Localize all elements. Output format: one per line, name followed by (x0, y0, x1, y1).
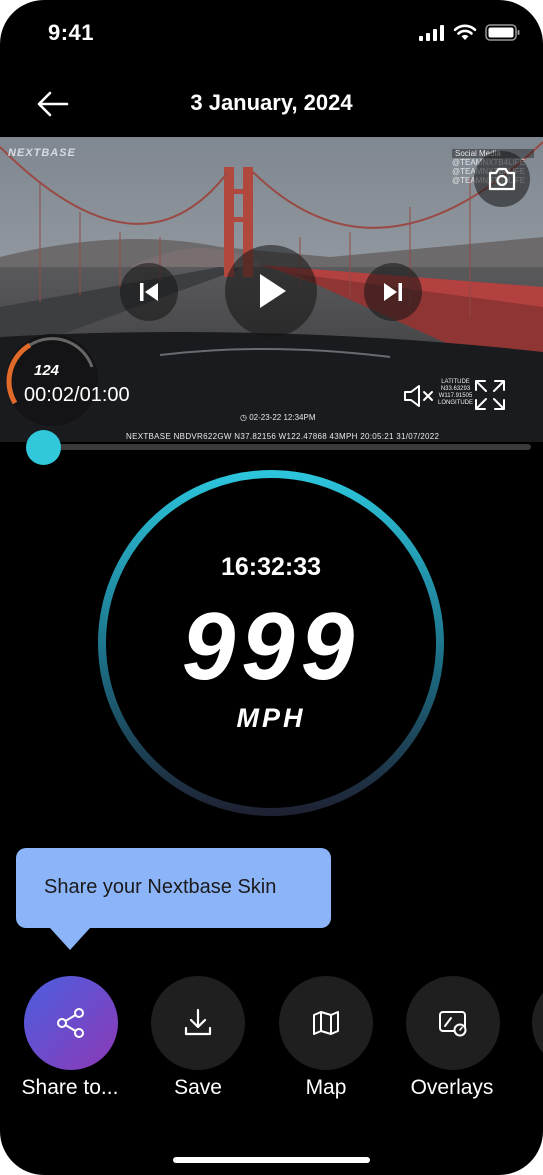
info-strip: NEXTBASE NBDVR622GW N37.82156 W122.47868… (126, 432, 440, 441)
save-label: Save (174, 1076, 222, 1099)
clock-icon: ◷ (240, 413, 247, 422)
more-action-button-partial[interactable] (532, 976, 543, 1070)
map-icon (313, 1011, 339, 1035)
share-label: Share to... (21, 1076, 119, 1099)
map-button[interactable] (279, 976, 373, 1070)
mute-button[interactable] (400, 377, 438, 415)
longitude-value: W117.91505 (438, 393, 473, 399)
save-button[interactable] (151, 976, 245, 1070)
camera-icon (488, 167, 516, 191)
tooltip-tail (50, 928, 90, 950)
overlays-label: Overlays (410, 1076, 494, 1099)
clock-stamp: ◷ 02-23-22 12:34PM (240, 413, 315, 422)
previous-button[interactable] (120, 263, 178, 321)
muted-speaker-icon (404, 385, 433, 407)
snapshot-button[interactable] (474, 151, 530, 207)
longitude-label: LONGITUDE (438, 400, 474, 406)
skip-next-icon (384, 283, 402, 301)
overlay-speed-readout: 124 (34, 362, 60, 379)
video-player[interactable]: NEXTBASE Social Media @TEAMNXTB4LIFE @TE… (0, 137, 543, 442)
video-watermark: NEXTBASE (8, 147, 76, 159)
page-title: 3 January, 2024 (190, 90, 353, 115)
share-tooltip: Share your Nextbase Skin (16, 848, 331, 950)
status-icons (419, 24, 521, 41)
status-bar: 9:41 (0, 0, 543, 66)
overlays-icon (439, 1011, 467, 1037)
share-icon (57, 1008, 84, 1038)
wifi-icon (453, 24, 477, 40)
header: 3 January, 2024 (0, 78, 543, 128)
home-indicator (173, 1157, 370, 1163)
map-label: Map (305, 1076, 347, 1099)
play-button[interactable] (225, 245, 317, 337)
overlays-button[interactable] (406, 976, 500, 1070)
skip-previous-icon (140, 283, 158, 301)
fullscreen-icon (475, 380, 505, 410)
gauge-unit: MPH (236, 703, 306, 733)
next-button[interactable] (364, 263, 422, 321)
gauge-time: 16:32:33 (220, 553, 322, 581)
download-icon (184, 1008, 212, 1036)
phone-screen: 9:41 3 January, 2024 NEXTBASE Social Med… (0, 0, 543, 1175)
elapsed-time: 00:02/01:00 (24, 384, 130, 406)
battery-icon (485, 24, 520, 41)
share-button[interactable] (24, 976, 118, 1070)
play-icon (260, 274, 286, 308)
date-stamp: 02-23-22 12:34PM (249, 413, 316, 422)
progress-handle[interactable] (25, 430, 61, 465)
tooltip-text: Share your Nextbase Skin (44, 876, 277, 898)
progress-track[interactable] (28, 444, 531, 450)
latitude-value: N33.63293 (440, 386, 471, 392)
fullscreen-button[interactable] (470, 375, 510, 415)
signal-icon (419, 24, 444, 41)
coordinates-overlay: LATITUDE N33.63293 W117.91505 LONGITUDE (438, 379, 473, 407)
latitude-label: LATITUDE (441, 379, 470, 385)
gauge-speed: 999 (181, 593, 361, 700)
status-time: 9:41 (48, 20, 95, 45)
